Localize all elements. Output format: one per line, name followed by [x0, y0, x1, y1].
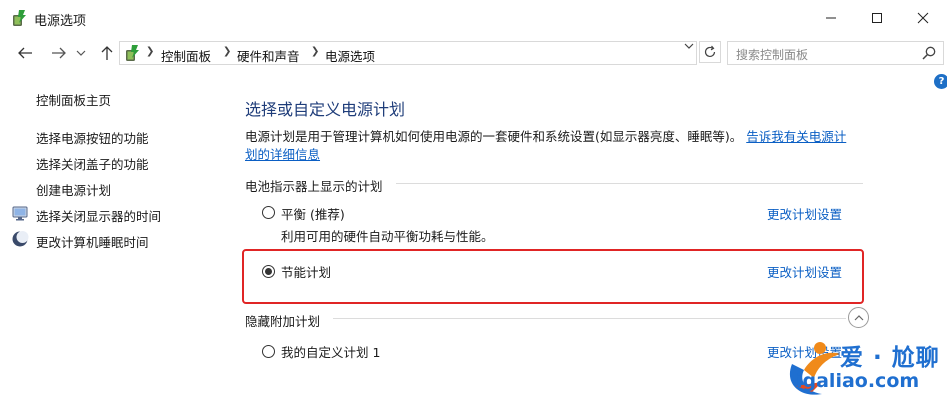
hidden-plans-heading: 隐藏附加计划	[245, 314, 321, 329]
watermark: 爱 · 尬聊 igaliao.com	[782, 334, 947, 404]
sidebar-item-create-plan[interactable]: 创建电源计划	[36, 180, 111, 199]
search-box[interactable]: 搜索控制面板	[727, 41, 944, 65]
chevron-down-icon	[76, 50, 86, 56]
power-options-icon	[126, 45, 139, 61]
recent-locations-button[interactable]	[74, 42, 88, 64]
breadcrumb-separator[interactable]: ❯	[146, 46, 154, 57]
back-button[interactable]	[14, 42, 36, 64]
learn-more-link-continued[interactable]: 划的详细信息	[245, 144, 320, 163]
breadcrumb-power-options[interactable]: 电源选项	[325, 46, 375, 65]
plan-balanced-description: 利用可用的硬件自动平衡功耗与性能。	[281, 229, 494, 244]
arrow-left-icon	[18, 47, 32, 59]
page-description: 电源计划是用于管理计算机如何使用电源的一套硬件和系统设置(如显示器亮度、睡眠等)…	[245, 126, 846, 145]
plan-balanced-radio[interactable]	[262, 206, 275, 219]
search-input[interactable]: 搜索控制面板	[736, 46, 808, 63]
search-icon[interactable]	[921, 45, 937, 61]
refresh-icon	[704, 45, 716, 58]
chevron-down-icon	[684, 43, 694, 49]
forward-button[interactable]	[48, 42, 70, 64]
help-button[interactable]: ?	[934, 74, 947, 89]
maximize-icon	[872, 13, 882, 23]
moon-sleep-icon	[12, 231, 29, 247]
sidebar-item-sleep-time[interactable]: 更改计算机睡眠时间	[36, 232, 149, 251]
watermark-title: 爱 · 尬聊	[840, 345, 940, 371]
sidebar-item-lid-close[interactable]: 选择关闭盖子的功能	[36, 154, 149, 173]
description-text: 电源计划是用于管理计算机如何使用电源的一套硬件和系统设置(如显示器亮度、睡眠等)…	[245, 129, 743, 144]
minimize-icon	[826, 17, 836, 19]
breadcrumb-hardware-sound[interactable]: 硬件和声音	[237, 46, 300, 65]
learn-more-link[interactable]: 告诉我有关电源计	[746, 129, 846, 144]
plan-balanced-label[interactable]: 平衡 (推荐)	[281, 204, 345, 223]
power-options-icon	[13, 10, 26, 26]
question-mark-icon: ?	[938, 76, 945, 87]
title-bar: 电源选项	[0, 0, 947, 36]
plan-custom-radio[interactable]	[262, 345, 275, 358]
minimize-button[interactable]	[808, 0, 854, 36]
highlight-box	[242, 249, 864, 304]
up-button[interactable]	[96, 42, 118, 64]
sidebar-item-power-button[interactable]: 选择电源按钮的功能	[36, 128, 149, 147]
monitor-power-icon	[12, 206, 28, 221]
group-divider	[333, 318, 846, 319]
chevron-up-icon	[854, 314, 863, 320]
battery-plans-heading: 电池指示器上显示的计划	[245, 179, 383, 194]
sidebar-item-display-off-time[interactable]: 选择关闭显示器的时间	[36, 206, 161, 225]
close-button[interactable]	[900, 0, 946, 36]
arrow-up-icon	[101, 46, 113, 60]
window-title: 电源选项	[34, 14, 87, 29]
maximize-button[interactable]	[854, 0, 900, 36]
collapse-hidden-plans-button[interactable]	[848, 307, 869, 328]
sidebar-item-control-panel-home[interactable]: 控制面板主页	[36, 90, 111, 109]
breadcrumb-separator[interactable]: ❯	[311, 46, 319, 57]
watermark-url: igaliao.com	[796, 370, 920, 392]
page-title: 选择或自定义电源计划	[245, 100, 406, 119]
change-plan-settings-link[interactable]: 更改计划设置	[767, 204, 842, 223]
refresh-button[interactable]	[699, 41, 721, 63]
plan-custom-label[interactable]: 我的自定义计划 1	[281, 342, 380, 361]
address-dropdown-button[interactable]	[684, 42, 694, 53]
group-divider	[396, 183, 863, 184]
close-icon	[917, 12, 929, 24]
breadcrumb-control-panel[interactable]: 控制面板	[161, 46, 211, 65]
breadcrumb-separator[interactable]: ❯	[223, 46, 231, 57]
address-bar[interactable]: ❯ 控制面板 ❯ 硬件和声音 ❯ 电源选项	[119, 41, 697, 65]
arrow-right-icon	[52, 47, 66, 59]
